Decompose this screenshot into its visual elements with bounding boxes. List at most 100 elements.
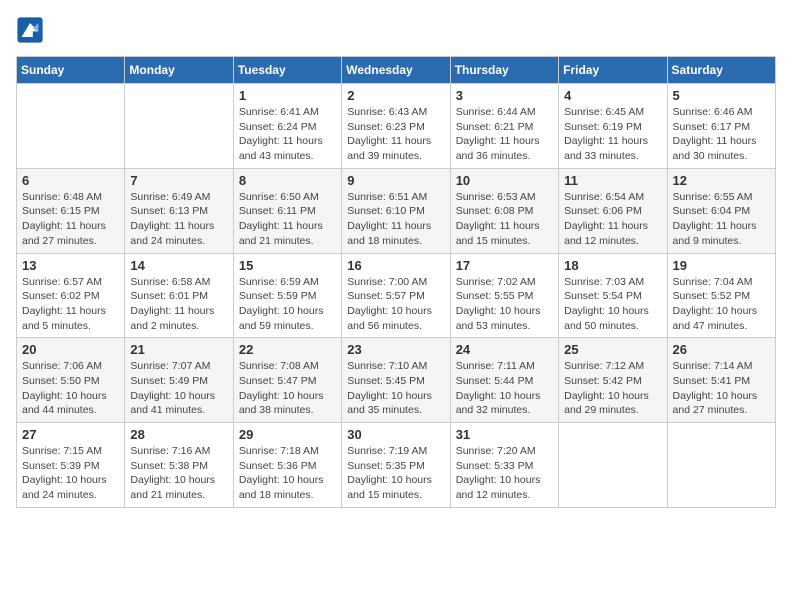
calendar-cell: 6Sunrise: 6:48 AM Sunset: 6:15 PM Daylig…: [17, 168, 125, 253]
day-number: 3: [456, 88, 553, 103]
day-number: 27: [22, 427, 119, 442]
calendar-cell: 14Sunrise: 6:58 AM Sunset: 6:01 PM Dayli…: [125, 253, 233, 338]
day-number: 1: [239, 88, 336, 103]
day-info: Sunrise: 6:50 AM Sunset: 6:11 PM Dayligh…: [239, 190, 336, 249]
calendar-week-row: 6Sunrise: 6:48 AM Sunset: 6:15 PM Daylig…: [17, 168, 776, 253]
calendar-cell: [125, 84, 233, 169]
day-info: Sunrise: 7:20 AM Sunset: 5:33 PM Dayligh…: [456, 444, 553, 503]
day-info: Sunrise: 6:44 AM Sunset: 6:21 PM Dayligh…: [456, 105, 553, 164]
day-number: 23: [347, 342, 444, 357]
day-number: 11: [564, 173, 661, 188]
calendar-cell: 30 Sunrise: 7:19 AM Sunset: 5:35 PM Dayli…: [342, 423, 450, 508]
column-header-sunday: Sunday: [17, 57, 125, 84]
day-number: 2: [347, 88, 444, 103]
calendar-header-row: SundayMondayTuesdayWednesdayThursdayFrid…: [17, 57, 776, 84]
day-info: Sunrise: 6:41 AM Sunset: 6:24 PM Dayligh…: [239, 105, 336, 164]
column-header-friday: Friday: [559, 57, 667, 84]
day-number: 5: [673, 88, 770, 103]
day-info: Sunrise: 7:07 AM Sunset: 5:49 PM Dayligh…: [130, 359, 227, 418]
calendar-week-row: 20Sunrise: 7:06 AM Sunset: 5:50 PM Dayli…: [17, 338, 776, 423]
day-number: 17: [456, 258, 553, 273]
calendar-cell: 27 Sunrise: 7:15 AM Sunset: 5:39 PM Dayli…: [17, 423, 125, 508]
day-number: 9: [347, 173, 444, 188]
day-number: 29: [239, 427, 336, 442]
calendar-cell: 22 Sunrise: 7:08 AM Sunset: 5:47 PM Dayli…: [233, 338, 341, 423]
calendar-cell: 29 Sunrise: 7:18 AM Sunset: 5:36 PM Dayli…: [233, 423, 341, 508]
calendar-cell: [667, 423, 775, 508]
calendar-cell: 15 Sunrise: 6:59 AM Sunset: 5:59 PM Dayli…: [233, 253, 341, 338]
calendar-cell: 13 Sunrise: 6:57 AM Sunset: 6:02 PM Dayli…: [17, 253, 125, 338]
day-info: Sunrise: 6:57 AM Sunset: 6:02 PM Dayligh…: [22, 275, 119, 334]
calendar-cell: 18 Sunrise: 7:03 AM Sunset: 5:54 PM Dayli…: [559, 253, 667, 338]
calendar-cell: 1 Sunrise: 6:41 AM Sunset: 6:24 PM Daylig…: [233, 84, 341, 169]
calendar-cell: 10 Sunrise: 6:53 AM Sunset: 6:08 PM Dayli…: [450, 168, 558, 253]
calendar-cell: 3 Sunrise: 6:44 AM Sunset: 6:21 PM Daylig…: [450, 84, 558, 169]
calendar-week-row: 1 Sunrise: 6:41 AM Sunset: 6:24 PM Daylig…: [17, 84, 776, 169]
day-number: 18: [564, 258, 661, 273]
calendar-cell: 31 Sunrise: 7:20 AM Sunset: 5:33 PM Dayli…: [450, 423, 558, 508]
day-info: Sunrise: 7:15 AM Sunset: 5:39 PM Dayligh…: [22, 444, 119, 503]
calendar-cell: 4Sunrise: 6:45 AM Sunset: 6:19 PM Daylig…: [559, 84, 667, 169]
day-number: 10: [456, 173, 553, 188]
calendar-cell: 11 Sunrise: 6:54 AM Sunset: 6:06 PM Dayli…: [559, 168, 667, 253]
calendar-cell: 9 Sunrise: 6:51 AM Sunset: 6:10 PM Daylig…: [342, 168, 450, 253]
logo-icon: [16, 16, 44, 44]
day-info: Sunrise: 7:00 AM Sunset: 5:57 PM Dayligh…: [347, 275, 444, 334]
day-info: Sunrise: 7:14 AM Sunset: 5:41 PM Dayligh…: [673, 359, 770, 418]
calendar-cell: [17, 84, 125, 169]
day-number: 8: [239, 173, 336, 188]
calendar-cell: [559, 423, 667, 508]
day-number: 21: [130, 342, 227, 357]
day-number: 13: [22, 258, 119, 273]
day-number: 15: [239, 258, 336, 273]
day-number: 20: [22, 342, 119, 357]
calendar-cell: 19Sunrise: 7:04 AM Sunset: 5:52 PM Dayli…: [667, 253, 775, 338]
day-info: Sunrise: 7:08 AM Sunset: 5:47 PM Dayligh…: [239, 359, 336, 418]
day-info: Sunrise: 7:16 AM Sunset: 5:38 PM Dayligh…: [130, 444, 227, 503]
day-info: Sunrise: 7:03 AM Sunset: 5:54 PM Dayligh…: [564, 275, 661, 334]
day-number: 7: [130, 173, 227, 188]
day-info: Sunrise: 6:53 AM Sunset: 6:08 PM Dayligh…: [456, 190, 553, 249]
day-info: Sunrise: 7:12 AM Sunset: 5:42 PM Dayligh…: [564, 359, 661, 418]
calendar-cell: 8 Sunrise: 6:50 AM Sunset: 6:11 PM Daylig…: [233, 168, 341, 253]
day-info: Sunrise: 6:48 AM Sunset: 6:15 PM Dayligh…: [22, 190, 119, 249]
day-number: 28: [130, 427, 227, 442]
calendar-cell: 16 Sunrise: 7:00 AM Sunset: 5:57 PM Dayli…: [342, 253, 450, 338]
day-number: 22: [239, 342, 336, 357]
day-info: Sunrise: 7:11 AM Sunset: 5:44 PM Dayligh…: [456, 359, 553, 418]
column-header-wednesday: Wednesday: [342, 57, 450, 84]
day-number: 19: [673, 258, 770, 273]
calendar-cell: 2 Sunrise: 6:43 AM Sunset: 6:23 PM Daylig…: [342, 84, 450, 169]
day-info: Sunrise: 6:49 AM Sunset: 6:13 PM Dayligh…: [130, 190, 227, 249]
column-header-thursday: Thursday: [450, 57, 558, 84]
day-info: Sunrise: 6:46 AM Sunset: 6:17 PM Dayligh…: [673, 105, 770, 164]
calendar-week-row: 13 Sunrise: 6:57 AM Sunset: 6:02 PM Dayli…: [17, 253, 776, 338]
calendar-cell: 20Sunrise: 7:06 AM Sunset: 5:50 PM Dayli…: [17, 338, 125, 423]
calendar-cell: 17 Sunrise: 7:02 AM Sunset: 5:55 PM Dayli…: [450, 253, 558, 338]
calendar-cell: 25Sunrise: 7:12 AM Sunset: 5:42 PM Dayli…: [559, 338, 667, 423]
day-info: Sunrise: 6:59 AM Sunset: 5:59 PM Dayligh…: [239, 275, 336, 334]
day-info: Sunrise: 6:55 AM Sunset: 6:04 PM Dayligh…: [673, 190, 770, 249]
calendar-cell: 28 Sunrise: 7:16 AM Sunset: 5:38 PM Dayli…: [125, 423, 233, 508]
calendar-cell: 26 Sunrise: 7:14 AM Sunset: 5:41 PM Dayli…: [667, 338, 775, 423]
calendar-cell: 21 Sunrise: 7:07 AM Sunset: 5:49 PM Dayli…: [125, 338, 233, 423]
day-info: Sunrise: 7:18 AM Sunset: 5:36 PM Dayligh…: [239, 444, 336, 503]
day-info: Sunrise: 6:43 AM Sunset: 6:23 PM Dayligh…: [347, 105, 444, 164]
column-header-saturday: Saturday: [667, 57, 775, 84]
logo: [16, 16, 48, 44]
day-info: Sunrise: 6:54 AM Sunset: 6:06 PM Dayligh…: [564, 190, 661, 249]
column-header-monday: Monday: [125, 57, 233, 84]
day-info: Sunrise: 7:19 AM Sunset: 5:35 PM Dayligh…: [347, 444, 444, 503]
calendar-cell: 12Sunrise: 6:55 AM Sunset: 6:04 PM Dayli…: [667, 168, 775, 253]
day-info: Sunrise: 6:51 AM Sunset: 6:10 PM Dayligh…: [347, 190, 444, 249]
calendar-cell: 24Sunrise: 7:11 AM Sunset: 5:44 PM Dayli…: [450, 338, 558, 423]
calendar-cell: 5 Sunrise: 6:46 AM Sunset: 6:17 PM Daylig…: [667, 84, 775, 169]
calendar-cell: 23Sunrise: 7:10 AM Sunset: 5:45 PM Dayli…: [342, 338, 450, 423]
day-number: 26: [673, 342, 770, 357]
day-number: 30: [347, 427, 444, 442]
day-number: 31: [456, 427, 553, 442]
day-number: 4: [564, 88, 661, 103]
day-info: Sunrise: 6:58 AM Sunset: 6:01 PM Dayligh…: [130, 275, 227, 334]
day-info: Sunrise: 7:02 AM Sunset: 5:55 PM Dayligh…: [456, 275, 553, 334]
day-number: 16: [347, 258, 444, 273]
